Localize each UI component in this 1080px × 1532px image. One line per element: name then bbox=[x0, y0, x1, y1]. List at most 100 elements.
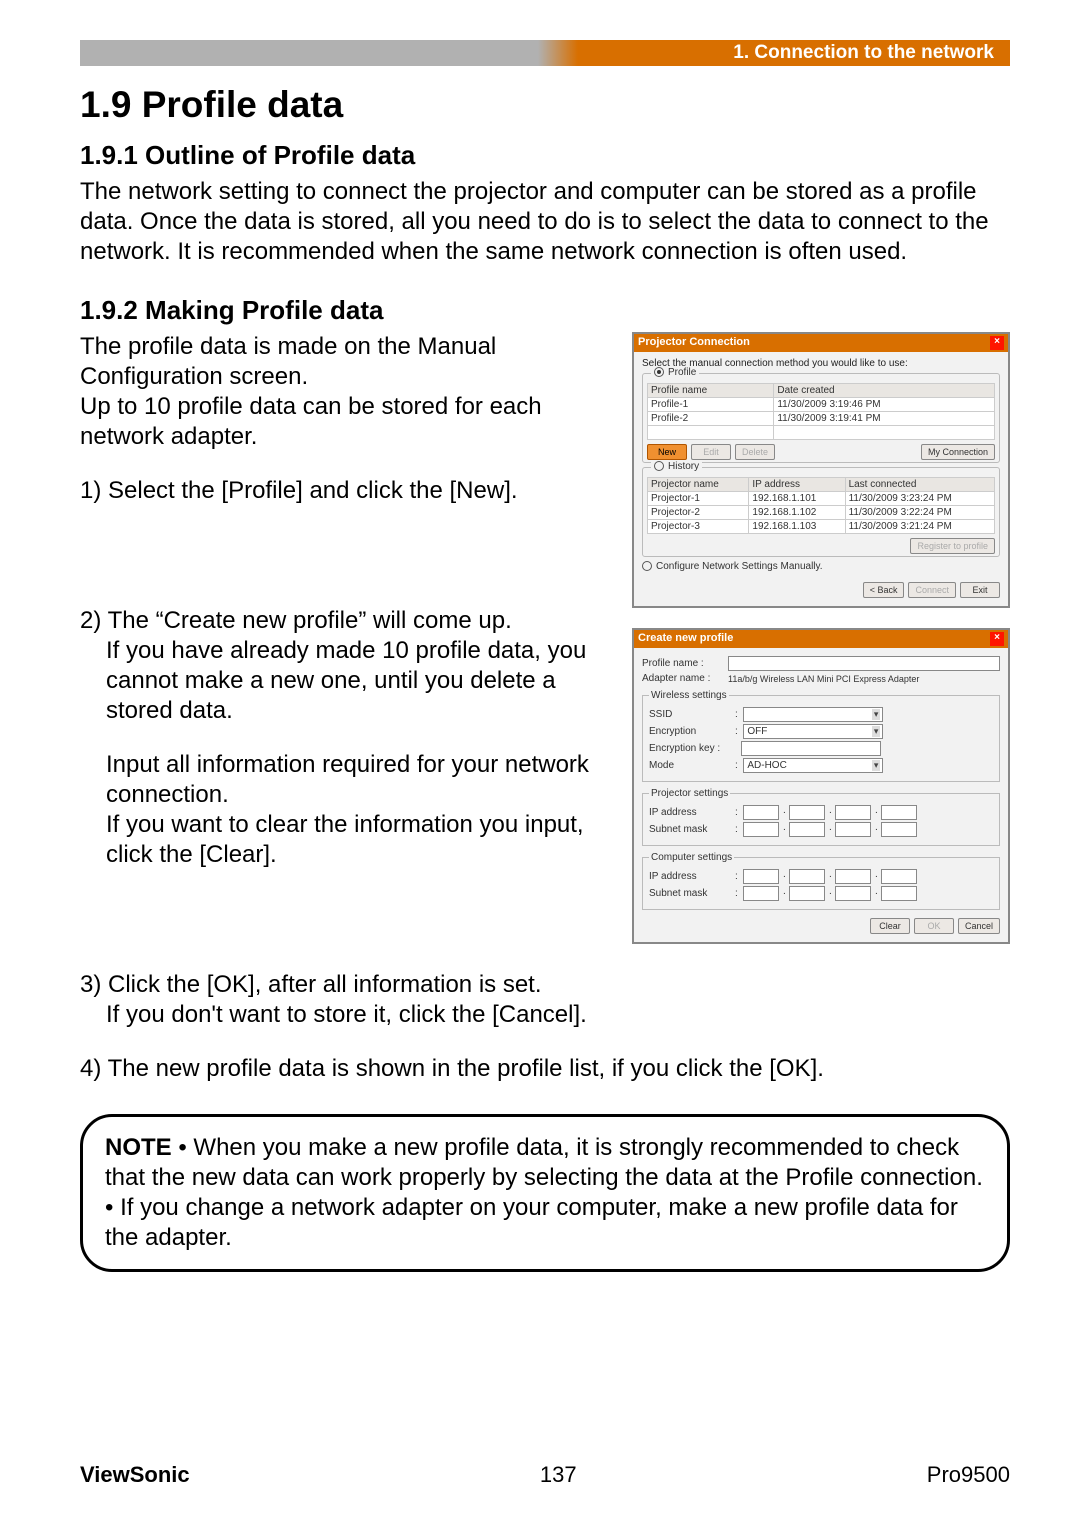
cell: 11/30/2009 3:19:41 PM bbox=[774, 412, 995, 426]
col-profile-name: Profile name bbox=[648, 384, 774, 398]
col-projector-name: Projector name bbox=[648, 478, 749, 492]
projector-settings-legend: Projector settings bbox=[649, 788, 730, 799]
computer-subnet-input[interactable]: ... bbox=[743, 886, 917, 901]
subnet-mask-label: Subnet mask bbox=[649, 824, 735, 835]
adapter-name-label: Adapter name : bbox=[642, 673, 728, 684]
new-button[interactable]: New bbox=[647, 444, 687, 460]
note-box: NOTE • When you make a new profile data,… bbox=[80, 1114, 1010, 1272]
step2-detail: If you have already made 10 profile data… bbox=[80, 636, 612, 726]
subnet-mask-label: Subnet mask bbox=[649, 888, 735, 899]
step1: 1) Select the [Profile] and click the [N… bbox=[80, 476, 612, 506]
col-date: Date created bbox=[774, 384, 995, 398]
step2-detail: Input all information required for your … bbox=[80, 750, 612, 810]
cell: 11/30/2009 3:19:46 PM bbox=[774, 398, 995, 412]
delete-button[interactable]: Delete bbox=[735, 444, 775, 460]
ip-address-label: IP address bbox=[649, 807, 735, 818]
cell: Profile-1 bbox=[648, 398, 774, 412]
profile-group: Profile Profile nameDate created Profile… bbox=[642, 373, 1000, 463]
dialog-title: Projector Connection bbox=[638, 336, 750, 350]
header-gradient bbox=[538, 40, 578, 66]
cell: Profile-2 bbox=[648, 412, 774, 426]
section-header: 1. Connection to the network bbox=[80, 40, 1010, 66]
register-to-profile-button[interactable]: Register to profile bbox=[910, 538, 995, 554]
step3: 3) Click the [OK], after all information… bbox=[80, 970, 1010, 1000]
page-title: 1.9 Profile data bbox=[80, 84, 1010, 126]
radio-manual-label: Configure Network Settings Manually. bbox=[656, 561, 823, 572]
cell: Projector-1 bbox=[648, 492, 749, 506]
ssid-select[interactable] bbox=[743, 707, 883, 722]
edit-button[interactable]: Edit bbox=[691, 444, 731, 460]
clear-button[interactable]: Clear bbox=[870, 918, 910, 934]
table-row[interactable]: Projector-2192.168.1.10211/30/2009 3:22:… bbox=[648, 506, 995, 520]
col-ip: IP address bbox=[749, 478, 845, 492]
ssid-label: SSID bbox=[649, 709, 735, 720]
note-text: • If you change a network adapter on you… bbox=[105, 1193, 985, 1253]
encryption-key-label: Encryption key : bbox=[649, 743, 735, 754]
note-text: • When you make a new profile data, it i… bbox=[105, 1134, 983, 1191]
close-icon[interactable]: × bbox=[990, 632, 1004, 646]
back-button[interactable]: < Back bbox=[863, 582, 905, 598]
step2: 2) The “Create new profile” will come up… bbox=[80, 606, 612, 636]
computer-settings-group: Computer settings IP address: ... Subnet… bbox=[642, 852, 1000, 910]
table-row[interactable]: Profile-211/30/2009 3:19:41 PM bbox=[648, 412, 995, 426]
cell: Projector-3 bbox=[648, 520, 749, 534]
note-label: NOTE bbox=[105, 1134, 172, 1161]
wireless-settings-group: Wireless settings SSID: Encryption: OFF … bbox=[642, 690, 1000, 782]
profile-table: Profile nameDate created Profile-111/30/… bbox=[647, 383, 995, 440]
encryption-label: Encryption bbox=[649, 726, 735, 737]
table-row[interactable]: Projector-1192.168.1.10111/30/2009 3:23:… bbox=[648, 492, 995, 506]
table-row[interactable]: Profile-111/30/2009 3:19:46 PM bbox=[648, 398, 995, 412]
cell: 11/30/2009 3:21:24 PM bbox=[845, 520, 994, 534]
dialog-title: Create new profile bbox=[638, 632, 733, 646]
profile-name-label: Profile name : bbox=[642, 658, 728, 669]
step3-detail: If you don't want to store it, click the… bbox=[80, 1000, 1010, 1030]
table-row[interactable]: Projector-3192.168.1.10311/30/2009 3:21:… bbox=[648, 520, 995, 534]
subsection-title: 1.9.1 Outline of Profile data bbox=[80, 140, 1010, 171]
step4: 4) The new profile data is shown in the … bbox=[80, 1054, 1010, 1084]
profile-name-input[interactable] bbox=[728, 656, 1000, 671]
close-icon[interactable]: × bbox=[990, 336, 1004, 350]
mode-label: Mode bbox=[649, 760, 735, 771]
wireless-settings-legend: Wireless settings bbox=[649, 690, 729, 701]
dialog-titlebar: Create new profile × bbox=[634, 630, 1008, 648]
encryption-select[interactable]: OFF bbox=[743, 724, 883, 739]
cancel-button[interactable]: Cancel bbox=[958, 918, 1000, 934]
computer-settings-legend: Computer settings bbox=[649, 852, 734, 863]
header-orange: 1. Connection to the network bbox=[578, 40, 1010, 66]
cell: 192.168.1.102 bbox=[749, 506, 845, 520]
making-paragraph: Up to 10 profile data can be stored for … bbox=[80, 392, 612, 452]
header-grey bbox=[80, 40, 538, 66]
encryption-key-input[interactable] bbox=[741, 741, 881, 756]
history-table: Projector nameIP addressLast connected P… bbox=[647, 477, 995, 534]
col-last-connected: Last connected bbox=[845, 478, 994, 492]
radio-profile[interactable] bbox=[654, 367, 664, 377]
projector-subnet-input[interactable]: ... bbox=[743, 822, 917, 837]
radio-manual[interactable] bbox=[642, 561, 652, 571]
projector-settings-group: Projector settings IP address: ... Subne… bbox=[642, 788, 1000, 846]
cell: 11/30/2009 3:22:24 PM bbox=[845, 506, 994, 520]
adapter-name-value: 11a/b/g Wireless LAN Mini PCI Express Ad… bbox=[728, 674, 919, 684]
mode-select[interactable]: AD-HOC bbox=[743, 758, 883, 773]
computer-ip-input[interactable]: ... bbox=[743, 869, 917, 884]
create-new-profile-dialog: Create new profile × Profile name : Adap… bbox=[632, 628, 1010, 944]
projector-connection-dialog: Projector Connection × Select the manual… bbox=[632, 332, 1010, 608]
my-connection-button[interactable]: My Connection bbox=[921, 444, 995, 460]
page-footer: ViewSonic 137 Pro9500 bbox=[80, 1462, 1010, 1488]
connect-button[interactable]: Connect bbox=[908, 582, 956, 598]
table-row[interactable] bbox=[648, 426, 995, 440]
outline-paragraph: The network setting to connect the proje… bbox=[80, 177, 1010, 267]
radio-history-label: History bbox=[668, 461, 699, 472]
exit-button[interactable]: Exit bbox=[960, 582, 1000, 598]
footer-brand: ViewSonic bbox=[80, 1462, 190, 1488]
projector-ip-input[interactable]: ... bbox=[743, 805, 917, 820]
cell: 11/30/2009 3:23:24 PM bbox=[845, 492, 994, 506]
ok-button[interactable]: OK bbox=[914, 918, 954, 934]
subsection-title: 1.9.2 Making Profile data bbox=[80, 295, 1010, 326]
cell: 192.168.1.101 bbox=[749, 492, 845, 506]
footer-model: Pro9500 bbox=[927, 1462, 1010, 1488]
ip-address-label: IP address bbox=[649, 871, 735, 882]
footer-page-number: 137 bbox=[540, 1462, 577, 1488]
history-group: History Projector nameIP addressLast con… bbox=[642, 467, 1000, 557]
cell: Projector-2 bbox=[648, 506, 749, 520]
radio-history[interactable] bbox=[654, 461, 664, 471]
